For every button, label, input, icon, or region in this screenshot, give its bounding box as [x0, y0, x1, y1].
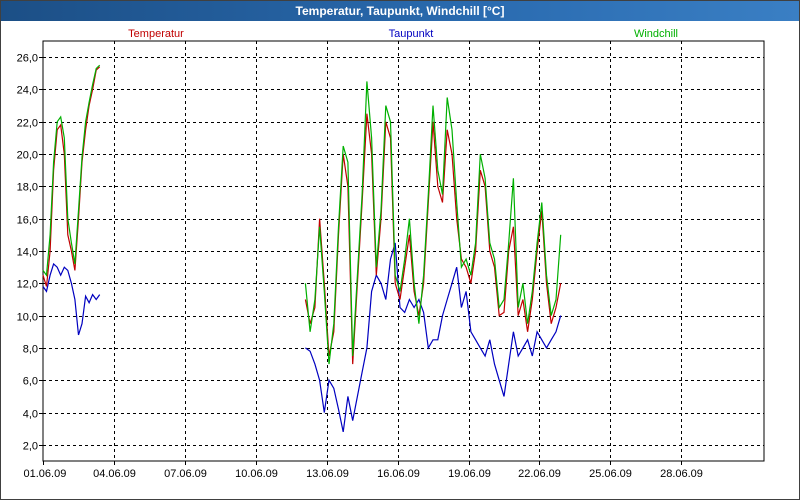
- window-title: Temperatur, Taupunkt, Windchill [°C]: [1, 1, 799, 21]
- x-tick-label: 16.06.09: [377, 468, 420, 480]
- x-tick-label: 25.06.09: [589, 468, 632, 480]
- x-tick-label: 07.06.09: [164, 468, 207, 480]
- x-tick-label: 04.06.09: [93, 468, 136, 480]
- y-tick-label: 26,0: [17, 53, 38, 65]
- legend-label-windchill: Windchill: [634, 28, 678, 40]
- y-tick-label: 24,0: [17, 85, 38, 97]
- legend-label-temperatur: Temperatur: [128, 28, 184, 40]
- x-tick-label: 19.06.09: [448, 468, 491, 480]
- y-tick-label: 2,0: [23, 441, 38, 453]
- y-tick-label: 14,0: [17, 247, 38, 259]
- plot-frame: 2,0 4,0 6,0 8,0 10,0 12,0 14,0 16,0 18,0 20,0 22,0…: [1, 21, 799, 499]
- y-tick-label: 6,0: [23, 376, 38, 388]
- chart: 2,0 4,0 6,0 8,0 10,0 12,0 14,0 16,0 18,0 20,0 22,0…: [17, 28, 765, 480]
- y-tick-label: 10,0: [17, 312, 38, 324]
- x-tick-label: 22.06.09: [518, 468, 561, 480]
- y-tick-label: 22,0: [17, 118, 38, 130]
- x-tick-label: 01.06.09: [24, 468, 67, 480]
- y-tick-label: 20,0: [17, 150, 38, 162]
- x-tick-label: 13.06.09: [306, 468, 349, 480]
- chart-window: Temperatur, Taupunkt, Windchill [°C] 2,0…: [0, 0, 800, 500]
- y-tick-label: 12,0: [17, 279, 38, 291]
- legend-label-taupunkt: Taupunkt: [389, 28, 434, 40]
- x-tick-label: 28.06.09: [660, 468, 703, 480]
- x-tick-label: 10.06.09: [235, 468, 278, 480]
- y-tick-label: 4,0: [23, 409, 38, 421]
- y-tick-label: 16,0: [17, 215, 38, 227]
- y-tick-label: 18,0: [17, 182, 38, 194]
- y-tick-label: 8,0: [23, 344, 38, 356]
